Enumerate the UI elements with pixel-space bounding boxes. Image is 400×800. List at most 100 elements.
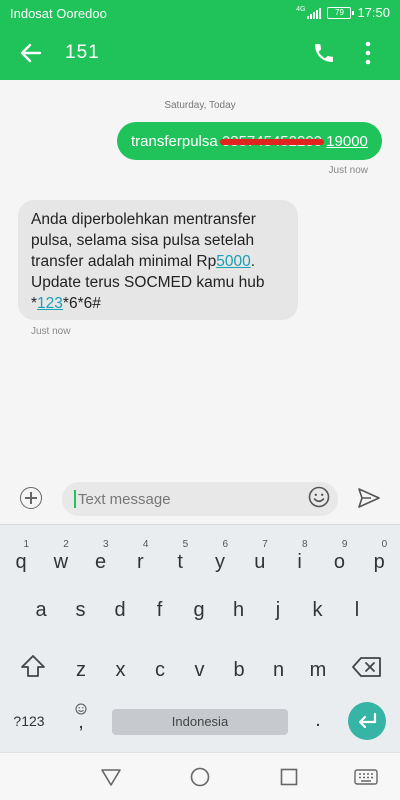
key-a[interactable]: a: [23, 585, 59, 625]
message-field[interactable]: [62, 482, 338, 516]
key-x[interactable]: x: [103, 645, 139, 685]
key-label: r: [137, 551, 144, 573]
key-g[interactable]: g: [181, 585, 217, 625]
ussd-code-link[interactable]: 123: [37, 295, 63, 312]
incoming-timestamp: Just now: [31, 326, 71, 337]
key-label: w: [53, 551, 69, 573]
key-n[interactable]: n: [261, 645, 297, 685]
space-bar[interactable]: Indonesia: [112, 709, 288, 735]
conversation-title: 151: [65, 42, 100, 63]
key-hint: 5: [182, 539, 189, 550]
app-bar: 151: [0, 28, 400, 80]
nav-back-icon[interactable]: [100, 767, 122, 787]
enter-key[interactable]: [348, 702, 386, 740]
key-e[interactable]: 3e: [83, 537, 119, 577]
key-label: m: [309, 659, 327, 681]
status-icons: 4G 79 17:50: [296, 5, 390, 20]
clock: 17:50: [357, 5, 390, 20]
key-u[interactable]: 7u: [242, 537, 278, 577]
symbols-key[interactable]: ?123: [8, 713, 50, 733]
period-key[interactable]: .: [300, 707, 336, 737]
key-j[interactable]: j: [260, 585, 296, 625]
signal-icon: [307, 7, 322, 19]
text-cursor: [74, 490, 76, 508]
key-label: b: [233, 659, 245, 681]
key-label: d: [114, 599, 126, 621]
key-label: i: [297, 551, 302, 573]
send-icon[interactable]: [357, 487, 381, 509]
enter-icon: [358, 712, 377, 729]
message-command: transferpulsa: [131, 133, 218, 150]
outgoing-message-bubble[interactable]: transferpulsa 085745452200 19000: [117, 122, 382, 160]
key-label: y: [215, 551, 225, 573]
incoming-message-bubble[interactable]: Anda diperbolehkan mentransfer pulsa, se…: [18, 200, 298, 320]
message-line: Anda diperbolehkan mentransfer: [31, 211, 256, 228]
backspace-icon[interactable]: [352, 657, 382, 677]
more-options-icon[interactable]: [362, 40, 374, 66]
key-k[interactable]: k: [300, 585, 336, 625]
nav-home-icon[interactable]: [189, 766, 211, 788]
add-attachment-icon[interactable]: [20, 487, 42, 509]
key-l[interactable]: l: [339, 585, 375, 625]
emoji-icon[interactable]: [308, 486, 330, 508]
message-input[interactable]: [78, 482, 298, 516]
key-hint: 7: [262, 539, 268, 550]
key-label: e: [95, 551, 107, 573]
key-q[interactable]: 1q: [3, 537, 39, 577]
key-label: x: [115, 659, 126, 681]
on-screen-keyboard: ?123 , Indonesia . 1q2w3e4r5t6y7u8i9o0pa…: [0, 524, 400, 752]
key-p[interactable]: 0p: [361, 537, 397, 577]
nav-recents-icon[interactable]: [280, 768, 298, 786]
key-s[interactable]: s: [63, 585, 99, 625]
key-hint: 9: [341, 539, 348, 550]
key-label: g: [193, 599, 205, 621]
key-v[interactable]: v: [182, 645, 218, 685]
key-hint: 1: [23, 539, 29, 550]
battery-icon: 79: [327, 6, 355, 19]
key-m[interactable]: m: [300, 645, 336, 685]
key-label: v: [194, 659, 205, 681]
key-label: z: [76, 659, 86, 681]
comma-key[interactable]: ,: [62, 701, 100, 741]
network-type: 4G: [296, 6, 306, 13]
key-b[interactable]: b: [221, 645, 257, 685]
key-label: f: [156, 599, 163, 621]
key-r[interactable]: 4r: [122, 537, 158, 577]
key-y[interactable]: 6y: [202, 537, 238, 577]
message-line: Update terus SOCMED kamu hub: [31, 274, 265, 291]
back-arrow-icon[interactable]: [18, 40, 44, 66]
phone-call-icon[interactable]: [312, 41, 336, 65]
redacted-phone-number: 085745452200: [221, 133, 322, 150]
key-label: q: [15, 551, 27, 573]
shift-icon[interactable]: [20, 654, 46, 678]
key-o[interactable]: 9o: [321, 537, 357, 577]
key-label: n: [272, 659, 285, 681]
key-label: j: [275, 599, 281, 621]
key-i[interactable]: 8i: [282, 537, 318, 577]
key-hint: 4: [142, 539, 149, 550]
compose-bar: [0, 476, 400, 524]
message-line: pulsa, selama sisa pulsa setelah: [31, 232, 255, 249]
key-label: p: [373, 551, 385, 573]
key-d[interactable]: d: [102, 585, 138, 625]
key-c[interactable]: c: [142, 645, 178, 685]
key-z[interactable]: z: [63, 645, 99, 685]
key-label: s: [75, 599, 86, 621]
key-h[interactable]: h: [221, 585, 257, 625]
key-f[interactable]: f: [142, 585, 178, 625]
carrier-name: Indosat Ooredoo: [10, 6, 107, 21]
key-hint: 0: [381, 539, 388, 550]
key-label: h: [232, 599, 245, 621]
transfer-amount[interactable]: 19000: [326, 133, 368, 150]
amount-link[interactable]: 5000: [216, 253, 250, 270]
key-label: t: [177, 551, 183, 573]
outgoing-timestamp: Just now: [328, 165, 368, 176]
keyboard-switch-icon[interactable]: [354, 769, 378, 785]
key-label: k: [312, 599, 323, 621]
status-bar: Indosat Ooredoo 4G 79 17:50: [0, 0, 400, 28]
key-label: c: [155, 659, 165, 681]
key-t[interactable]: 5t: [162, 537, 198, 577]
navigation-bar: [0, 752, 400, 800]
key-hint: 2: [63, 539, 69, 550]
key-w[interactable]: 2w: [43, 537, 79, 577]
